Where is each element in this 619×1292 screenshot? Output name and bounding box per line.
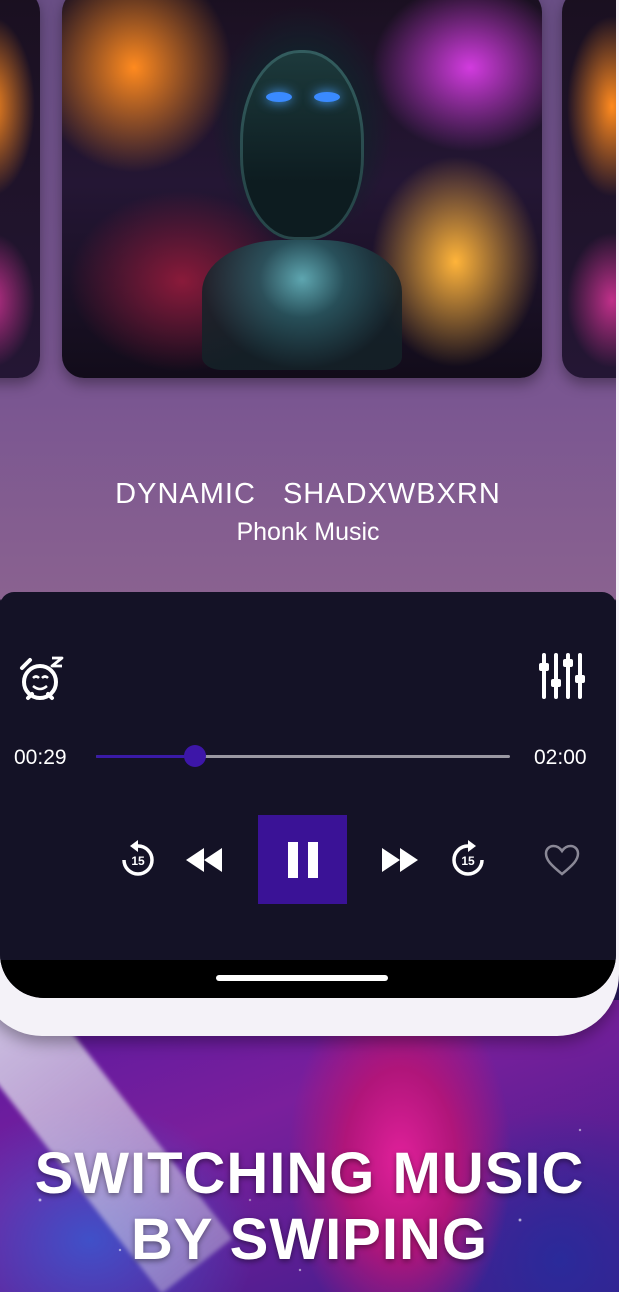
total-time: 02:00 <box>534 746 587 769</box>
promo-headline-line1: SWITCHING MUSIC <box>34 1141 585 1206</box>
heart-outline-icon[interactable] <box>534 832 590 888</box>
track-artist: Phonk Music <box>236 518 380 546</box>
current-time: 00:29 <box>14 746 67 769</box>
replay-seconds-label: 15 <box>131 854 145 868</box>
equalizer-icon[interactable] <box>534 648 590 704</box>
artwork-armor <box>202 240 402 370</box>
forward-15-icon[interactable]: 15 <box>440 832 496 888</box>
promo-headline-line2: BY SWIPING <box>131 1207 488 1272</box>
player-panel <box>0 592 616 960</box>
album-art[interactable] <box>62 0 542 378</box>
pause-button[interactable] <box>258 815 347 904</box>
seek-progress <box>96 755 196 758</box>
replay-15-icon[interactable]: 15 <box>110 832 166 888</box>
home-indicator[interactable] <box>216 975 388 981</box>
fast-forward-icon[interactable] <box>372 832 428 888</box>
seek-bar[interactable] <box>96 745 510 767</box>
rewind-icon[interactable] <box>176 832 232 888</box>
artwork-mask <box>240 50 364 240</box>
track-title: DYNAMIC SHADXWBXRN <box>115 478 501 510</box>
forward-seconds-label: 15 <box>461 854 475 868</box>
next-album-art[interactable] <box>562 0 616 378</box>
pause-icon <box>287 841 318 878</box>
previous-album-art[interactable] <box>0 0 40 378</box>
alarm-sleep-icon[interactable] <box>16 652 68 704</box>
phone-screen: DYNAMIC SHADXWBXRN Phonk Music 00:29 02:… <box>0 0 616 998</box>
